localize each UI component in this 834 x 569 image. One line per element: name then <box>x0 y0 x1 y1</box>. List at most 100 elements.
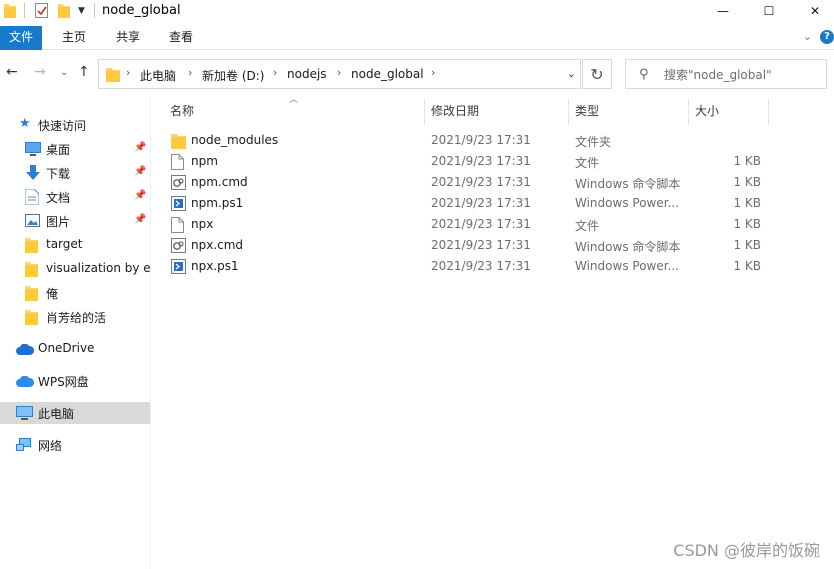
file-name: npm.ps1 <box>191 196 244 210</box>
new-folder-icon[interactable] <box>58 3 70 18</box>
recent-locations-icon[interactable]: ⌄ <box>60 67 68 78</box>
pin-icon[interactable]: 📌 <box>134 214 146 225</box>
up-button[interactable]: ↑ <box>78 64 90 80</box>
file-date: 2021/9/23 17:31 <box>431 259 531 273</box>
tab-file[interactable]: 文件 <box>0 26 42 50</box>
powershell-script-icon <box>171 196 186 211</box>
sort-ascending-icon: ︿ <box>289 95 299 105</box>
nav-item-downloads[interactable]: 下载 📌 <box>0 162 150 184</box>
nav-label: 图片 <box>46 215 71 229</box>
pin-icon[interactable]: 📌 <box>134 166 146 177</box>
nav-label: 此电脑 <box>38 407 75 421</box>
nav-item-folder-xiaofang[interactable]: 肖芳给的活 <box>0 306 150 328</box>
nav-item-wps[interactable]: WPS网盘 <box>0 370 150 392</box>
nav-item-folder-visualization[interactable]: visualization by ex <box>0 258 150 280</box>
nav-label: 网络 <box>38 439 63 453</box>
nav-label: 桌面 <box>46 143 71 157</box>
search-input[interactable] <box>664 66 822 84</box>
customize-toolbar-icon[interactable]: ▼ <box>78 6 85 16</box>
file-row[interactable]: npx.cmd 2021/9/23 17:31 Windows 命令脚本 1 K… <box>166 236 834 257</box>
file-date: 2021/9/23 17:31 <box>431 238 531 252</box>
tab-home[interactable]: 主页 <box>52 26 96 50</box>
folder-icon <box>25 286 38 301</box>
file-date: 2021/9/23 17:31 <box>431 196 531 210</box>
chevron-right-icon[interactable]: › <box>126 66 130 79</box>
chevron-right-icon[interactable]: › <box>337 66 341 79</box>
properties-icon[interactable] <box>35 3 48 18</box>
separator <box>24 3 25 18</box>
file-name: npx <box>191 217 214 231</box>
nav-label: WPS网盘 <box>38 375 89 389</box>
breadcrumb-this-pc[interactable]: 此电脑 <box>140 67 176 84</box>
breadcrumb-nodejs[interactable]: nodejs <box>287 67 327 81</box>
chevron-down-icon[interactable]: ⌄ <box>567 67 576 80</box>
column-header-size[interactable]: 大小 <box>695 100 719 124</box>
chevron-right-icon[interactable]: › <box>273 66 277 79</box>
nav-label: 快速访问 <box>38 119 87 133</box>
close-button[interactable]: ✕ <box>792 0 834 22</box>
file-row[interactable]: npm.cmd 2021/9/23 17:31 Windows 命令脚本 1 K… <box>166 173 834 194</box>
nav-item-network[interactable]: 网络 <box>0 434 150 456</box>
column-header-name[interactable]: 名称 <box>170 100 194 124</box>
nav-quick-access[interactable]: ★ 快速访问 <box>0 114 150 136</box>
file-row[interactable]: node_modules 2021/9/23 17:31 文件夹 <box>166 131 834 152</box>
column-divider[interactable] <box>568 99 569 125</box>
maximize-button[interactable]: ☐ <box>746 0 792 22</box>
file-size: 1 KB <box>733 238 761 252</box>
minimize-button[interactable]: — <box>700 0 746 22</box>
address-bar[interactable]: › 此电脑 › 新加卷 (D:) › nodejs › node_global … <box>98 59 581 89</box>
file-icon <box>171 217 184 233</box>
refresh-button[interactable]: ↻ <box>582 59 612 89</box>
search-box[interactable]: ⚲ <box>625 59 827 89</box>
file-row[interactable]: npx 2021/9/23 17:31 文件 1 KB <box>166 215 834 236</box>
pin-icon[interactable]: 📌 <box>134 190 146 201</box>
nav-item-this-pc[interactable]: 此电脑 <box>0 402 150 424</box>
column-header-date[interactable]: 修改日期 <box>431 100 479 124</box>
wps-cloud-icon <box>16 376 34 387</box>
cmd-script-icon <box>171 238 186 253</box>
file-row[interactable]: npm 2021/9/23 17:31 文件 1 KB <box>166 152 834 173</box>
chevron-right-icon[interactable]: › <box>431 66 435 79</box>
nav-item-pictures[interactable]: 图片 📌 <box>0 210 150 232</box>
navigation-pane: ★ 快速访问 桌面 📌 下载 📌 文档 📌 图片 📌 target visual… <box>0 96 151 569</box>
nav-label: 下载 <box>46 167 71 181</box>
file-row[interactable]: npx.ps1 2021/9/23 17:31 Windows Power...… <box>166 257 834 278</box>
cmd-script-icon <box>171 175 186 190</box>
nav-item-folder-target[interactable]: target <box>0 234 150 256</box>
computer-icon <box>16 406 33 420</box>
help-icon[interactable]: ? <box>820 30 834 44</box>
forward-button[interactable]: → <box>34 64 46 80</box>
nav-item-onedrive[interactable]: OneDrive <box>0 338 150 360</box>
chevron-down-icon[interactable]: ⌄ <box>803 30 812 43</box>
navigation-row: ← → ⌄ ↑ › 此电脑 › 新加卷 (D:) › nodejs › node… <box>0 56 834 90</box>
file-type: 文件 <box>575 219 600 233</box>
title-bar: ▼ node_global — ☐ ✕ <box>0 0 834 22</box>
network-icon <box>16 438 31 451</box>
ribbon: 文件 主页 共享 查看 ⌄ ? <box>0 26 834 50</box>
file-size: 1 KB <box>733 259 761 273</box>
file-name: npx.ps1 <box>191 259 239 273</box>
file-type: 文件 <box>575 156 600 170</box>
documents-icon <box>25 189 39 205</box>
column-divider[interactable] <box>768 99 769 125</box>
nav-item-desktop[interactable]: 桌面 📌 <box>0 138 150 160</box>
nav-item-documents[interactable]: 文档 📌 <box>0 186 150 208</box>
breadcrumb-node-global[interactable]: node_global <box>351 67 424 81</box>
nav-item-folder-an[interactable]: 俺 <box>0 282 150 304</box>
pin-icon[interactable]: 📌 <box>134 142 146 153</box>
folder-icon <box>106 68 120 82</box>
tab-share[interactable]: 共享 <box>106 26 150 50</box>
breadcrumb-drive-d[interactable]: 新加卷 (D:) <box>202 67 264 84</box>
back-button[interactable]: ← <box>6 64 18 80</box>
column-divider[interactable] <box>424 99 425 125</box>
nav-label: OneDrive <box>38 341 95 355</box>
file-row[interactable]: npm.ps1 2021/9/23 17:31 Windows Power...… <box>166 194 834 215</box>
column-divider[interactable] <box>688 99 689 125</box>
tab-view[interactable]: 查看 <box>159 26 203 50</box>
powershell-script-icon <box>171 259 186 274</box>
search-icon: ⚲ <box>639 67 649 82</box>
file-icon <box>171 154 184 170</box>
chevron-right-icon[interactable]: › <box>188 66 192 79</box>
column-header-type[interactable]: 类型 <box>575 100 599 124</box>
star-icon: ★ <box>19 116 31 131</box>
